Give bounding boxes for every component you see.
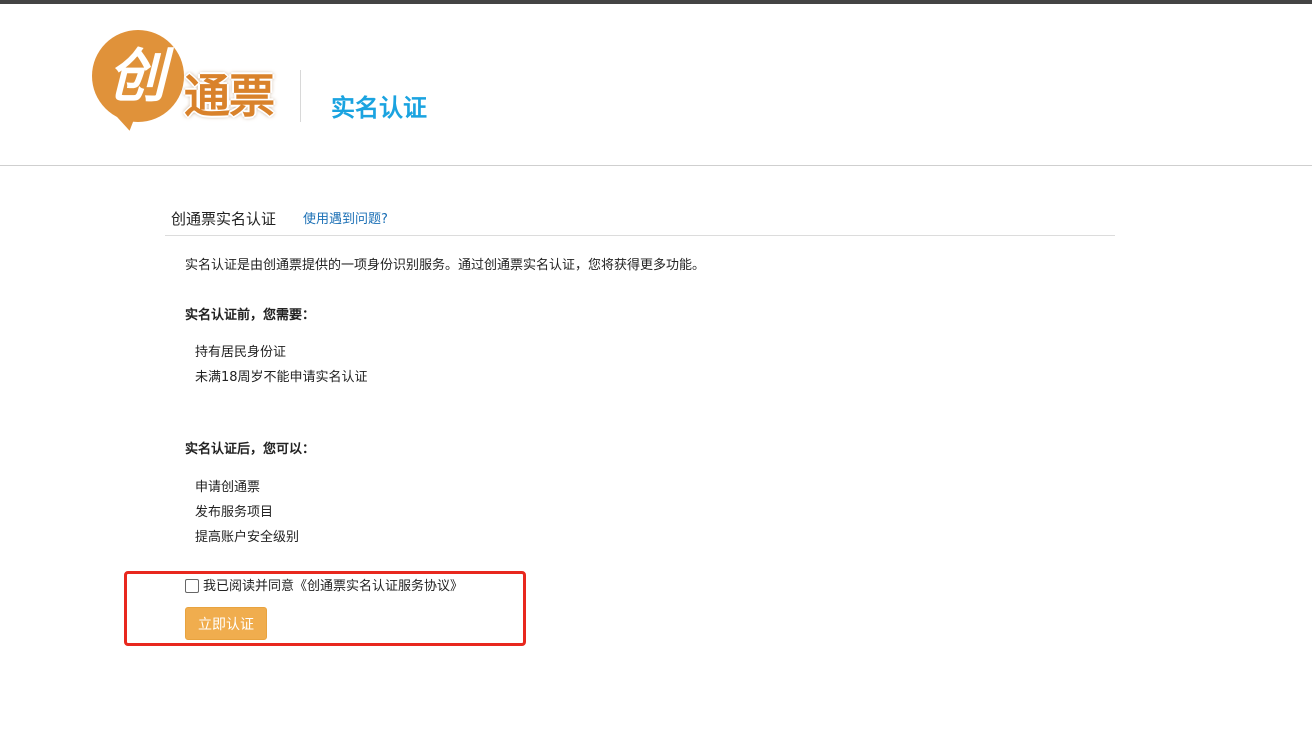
help-link[interactable]: 使用遇到问题?: [303, 210, 388, 230]
after-item: 提高账户安全级别: [195, 530, 300, 545]
agreement-label[interactable]: 我已阅读并同意《创通票实名认证服务协议》: [203, 577, 463, 597]
before-section-title: 实名认证前，您需要：: [185, 308, 316, 323]
after-section-title: 实名认证后，您可以：: [185, 442, 316, 457]
page-title: 实名认证: [331, 94, 427, 122]
verify-now-button[interactable]: 立即认证: [185, 607, 267, 640]
after-item: 发布服务项目: [195, 505, 274, 520]
logo: 创 通票: [92, 30, 292, 134]
after-item: 申请创通票: [195, 480, 261, 495]
agreement-checkbox[interactable]: [185, 579, 199, 593]
card-title: 创通票实名认证: [171, 210, 277, 228]
page-header: 创 通票 实名认证: [0, 4, 1312, 166]
header-divider: [300, 70, 301, 122]
logo-main-char: 创: [108, 42, 167, 110]
before-item: 持有居民身份证: [195, 345, 287, 360]
logo-text: 通票: [184, 69, 275, 123]
intro-text: 实名认证是由创通票提供的一项身份识别服务。通过创通票实名认证，您将获得更多功能。: [185, 258, 706, 273]
before-item: 未满18周岁不能申请实名认证: [195, 370, 368, 385]
card-header: 创通票实名认证 使用遇到问题?: [165, 204, 1115, 236]
